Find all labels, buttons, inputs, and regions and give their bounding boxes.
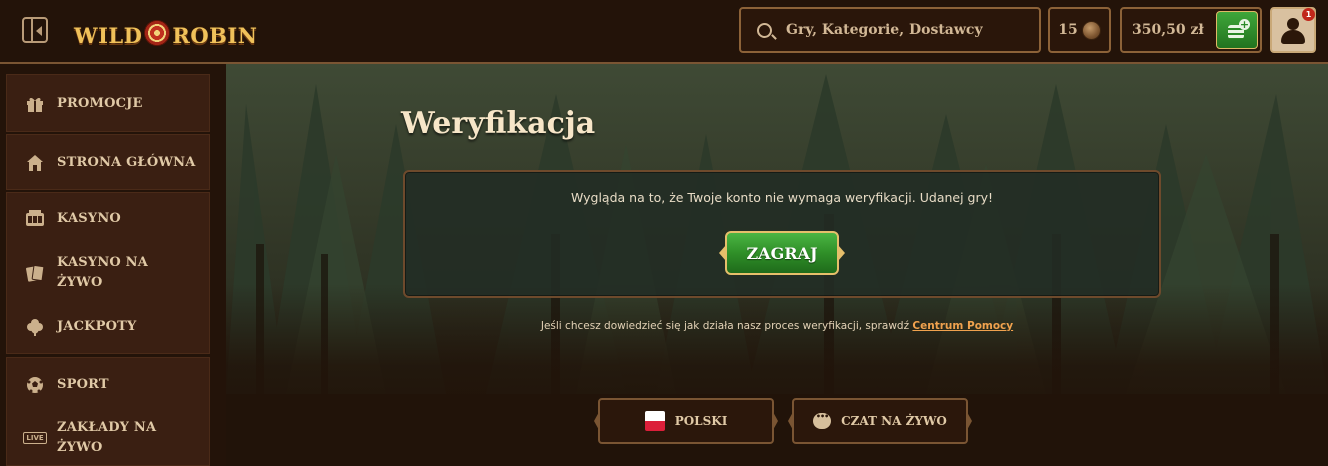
user-icon-body: [1281, 30, 1305, 44]
sidebar-item-label: SPORT: [57, 377, 109, 392]
home-icon: [25, 153, 45, 173]
verification-card: Wygląda na to, że Twoje konto nie wymaga…: [403, 170, 1161, 298]
help-text-line: Jeśli chcesz dowiedzieć się jak działa n…: [226, 320, 1328, 332]
user-icon: [1287, 18, 1299, 30]
live-chat-button-label: CZAT NA ŻYWO: [841, 414, 947, 428]
sidebar-item-label-line1: KASYNO NA: [57, 255, 149, 270]
slot-machine-icon: [25, 209, 45, 229]
page-title: Weryfikacja: [401, 106, 596, 141]
nav-group-promotions: PROMOCJE: [6, 74, 210, 132]
sidebar-item-label: KASYNO NA ŻYWO: [57, 253, 148, 293]
soccer-ball-icon: [25, 375, 45, 395]
sidebar-item-label-line1: ZAKŁADY NA: [57, 420, 157, 435]
target-icon: [144, 20, 171, 46]
search-input[interactable]: Gry, Kategorie, Dostawcy: [739, 7, 1041, 53]
help-center-link[interactable]: Centrum Pomocy: [912, 320, 1013, 332]
deposit-button[interactable]: +: [1216, 11, 1258, 49]
coins-button[interactable]: 15: [1048, 7, 1111, 53]
sidebar-item-kasyno[interactable]: KASYNO: [7, 190, 211, 248]
top-bar: WILD ROBIN Gry, Kategorie, Dostawcy 15 3…: [0, 0, 1328, 64]
play-button-label: ZAGRAJ: [725, 231, 839, 275]
sidebar-item-jackpoty[interactable]: JACKPOTY: [7, 298, 211, 356]
balance-value: 350,50 zł: [1132, 22, 1204, 38]
gift-icon: [25, 94, 45, 114]
chat-bubble-icon: [813, 412, 832, 429]
live-chat-button[interactable]: CZAT NA ŻYWO: [788, 398, 972, 444]
background-fade: [226, 284, 1328, 466]
sidebar-item-label-line2: ŻYWO: [57, 275, 103, 290]
clover-icon: [25, 317, 45, 337]
notification-badge: 1: [1302, 8, 1315, 21]
plus-icon: +: [1239, 18, 1250, 31]
coins-count: 15: [1058, 22, 1078, 38]
help-text: Jeśli chcesz dowiedzieć się jak działa n…: [540, 320, 910, 332]
sidebar-item-kasyno-na-zywo[interactable]: KASYNO NA ŻYWO: [7, 245, 211, 301]
sidebar-item-label: STRONA GŁÓWNA: [57, 155, 196, 170]
cards-icon: [25, 263, 45, 283]
nav-group-home: STRONA GŁÓWNA: [6, 134, 210, 190]
sidebar-item-label-line2: ŻYWO: [57, 440, 103, 455]
sidebar-item-label: JACKPOTY: [57, 319, 137, 334]
sidebar-item-zaklady-na-zywo[interactable]: LIVE ZAKŁADY NA ŻYWO: [7, 410, 211, 466]
sidebar-item-promocje[interactable]: PROMOCJE: [7, 75, 211, 133]
verification-message: Wygląda na to, że Twoje konto nie wymaga…: [570, 190, 994, 205]
play-button-right-ornament: [838, 245, 845, 261]
sidebar-item-sport[interactable]: SPORT: [7, 356, 211, 414]
search-icon: [757, 22, 772, 38]
live-icon-text: LIVE: [23, 432, 47, 444]
balance-panel[interactable]: 350,50 zł +: [1120, 7, 1262, 53]
logo-text-right: ROBIN: [172, 22, 258, 48]
main-content: Weryfikacja Wygląda na to, że Twoje kont…: [226, 64, 1328, 466]
logo-text-left: WILD: [74, 22, 143, 48]
nav-group-casino: KASYNO KASYNO NA ŻYWO JACKPOTY: [6, 192, 210, 354]
search-placeholder: Gry, Kategorie, Dostawcy: [786, 22, 983, 38]
language-button[interactable]: POLSKI: [594, 398, 778, 444]
sidebar-item-label: KASYNO: [57, 211, 121, 226]
profile-button[interactable]: 1: [1270, 7, 1316, 53]
sidebar: PROMOCJE STRONA GŁÓWNA KASYNO KASYNO NA …: [0, 64, 226, 466]
sidebar-item-label: PROMOCJE: [57, 96, 143, 111]
live-icon: LIVE: [23, 428, 47, 448]
wild-robin-logo[interactable]: WILD ROBIN: [74, 18, 257, 52]
sidebar-item-strona-glowna[interactable]: STRONA GŁÓWNA: [7, 134, 211, 192]
poland-flag-icon: [644, 411, 665, 431]
play-button[interactable]: ZAGRAJ: [719, 228, 845, 278]
sidebar-item-label: ZAKŁADY NA ŻYWO: [57, 418, 156, 458]
nav-group-sport: SPORT LIVE ZAKŁADY NA ŻYWO: [6, 357, 210, 466]
language-button-label: POLSKI: [674, 414, 728, 428]
coin-icon: [1081, 20, 1101, 40]
sidebar-toggle-icon[interactable]: [22, 17, 48, 43]
